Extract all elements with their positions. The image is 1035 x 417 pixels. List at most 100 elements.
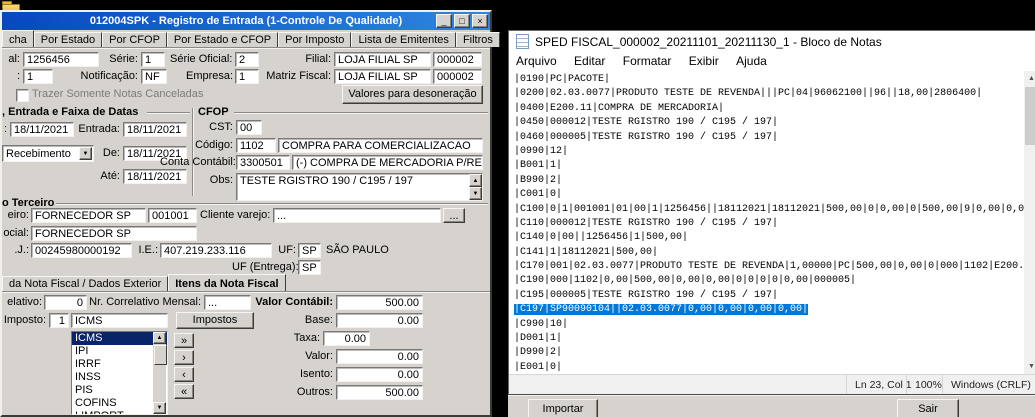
uf-label: UF: xyxy=(278,244,296,256)
cnpj-field[interactable]: 00245980000192 xyxy=(31,243,132,258)
tab-filtros[interactable]: Filtros xyxy=(455,32,500,47)
notepad-line: |0190|PC|PACOTE| xyxy=(514,74,611,85)
tab-por-estado[interactable]: Por Estado xyxy=(33,32,103,47)
sair-button[interactable]: Sair xyxy=(897,399,959,417)
chevron-down-icon[interactable]: ▼ xyxy=(79,147,92,160)
uf-entrega-field[interactable]: SP xyxy=(298,260,321,275)
base-field[interactable]: 0.00 xyxy=(336,313,423,328)
serie-oficial-field[interactable]: 2 xyxy=(235,52,259,67)
correlativo-field[interactable]: 0 xyxy=(44,295,87,310)
notepad-vertical-scrollbar[interactable]: ▲ ▼ xyxy=(1024,71,1035,374)
outros-field[interactable]: 500.00 xyxy=(336,385,423,400)
cst-field[interactable]: 00 xyxy=(236,120,262,135)
isento-label: Isento: xyxy=(299,368,333,380)
importar-button[interactable]: Importar xyxy=(528,399,598,417)
obs-label: Obs: xyxy=(209,174,233,186)
impostos-button[interactable]: Impostos xyxy=(176,312,254,329)
ie-field[interactable]: 407.219.233.116 xyxy=(160,243,272,258)
move-next-button[interactable]: › xyxy=(174,350,194,365)
erp-title-bar[interactable]: 012004SPK - Registro de Entrada (1-Contr… xyxy=(2,12,490,30)
conta-contabil-field[interactable]: 3300501 xyxy=(236,155,290,170)
cliente-varejo-field[interactable]: ... xyxy=(273,208,441,223)
scroll-up-icon[interactable]: ▲ xyxy=(153,332,166,344)
serie-field[interactable]: 1 xyxy=(141,52,165,67)
menu-ajuda[interactable]: Ajuda xyxy=(729,52,774,71)
fornecedor-field[interactable]: FORNECEDOR SP xyxy=(31,208,146,223)
razao-social-field[interactable]: FORNECEDOR SP xyxy=(31,226,197,241)
empresa-label: Empresa: xyxy=(186,70,234,82)
notepad-line: |D001|1| xyxy=(514,333,563,345)
filial-code-field[interactable]: 000002 xyxy=(433,52,482,67)
scroll-down-icon[interactable]: ▼ xyxy=(1024,359,1035,374)
notificacao-field[interactable]: NF xyxy=(141,69,167,84)
uf-field[interactable]: SP xyxy=(298,243,321,258)
notepad-line: |C195|000005|TESTE RGISTRO 190 / C195 / … xyxy=(514,289,779,301)
menu-formatar[interactable]: Formatar xyxy=(616,52,679,71)
notepad-line: |C001|0| xyxy=(514,189,563,201)
move-last-button[interactable]: » xyxy=(174,333,194,348)
notepad-line-selected: |C197|SP90090104||02.03.0077|0,00|0,00|0… xyxy=(514,304,809,316)
correlativo-mensal-field[interactable]: ... xyxy=(204,295,251,310)
ate-date-field[interactable]: 18/11/2021 xyxy=(123,169,187,184)
scroll-down-icon[interactable]: ▼ xyxy=(153,402,166,414)
cursor-position-status: Ln 23, Col 1 xyxy=(846,375,913,396)
obs-textarea[interactable]: TESTE RGISTRO 190 / C195 / 197 xyxy=(236,173,483,201)
valor-contabil-field[interactable]: 500.00 xyxy=(336,295,423,310)
scrollbar-thumb[interactable] xyxy=(1025,87,1035,145)
scroll-up-icon[interactable]: ▲ xyxy=(1024,71,1035,86)
notas-canceladas-checkbox[interactable] xyxy=(16,89,29,102)
empresa-field[interactable]: 1 xyxy=(235,69,259,84)
tab-por-estado-e-cfop[interactable]: Por Estado e CFOP xyxy=(166,32,279,47)
minimize-button[interactable]: _ xyxy=(436,14,452,28)
conta-descricao-field: (-) COMPRA DE MERCADORIA P/REVENDA xyxy=(292,155,483,170)
entrada-date-field[interactable]: 18/11/2021 xyxy=(123,122,187,137)
maximize-button[interactable]: □ xyxy=(454,14,470,28)
base-label: Base: xyxy=(304,314,333,326)
tab-ficha[interactable]: cha xyxy=(2,30,34,47)
emissao-date-field[interactable]: 18/11/2021 xyxy=(10,122,74,137)
menu-arquivo[interactable]: Arquivo xyxy=(509,52,564,71)
tab-por-imposto[interactable]: Por Imposto xyxy=(278,32,352,47)
obs-scroll-down-icon[interactable]: ▼ xyxy=(469,187,482,200)
via-field[interactable]: 1 xyxy=(23,69,53,84)
notepad-line: |0450|000012|TESTE RGISTRO 190 / C195 / … xyxy=(514,117,779,129)
notepad-status-bar: Ln 23, Col 1 100% Windows (CRLF) xyxy=(509,374,1035,396)
taxa-label: Taxa: xyxy=(293,332,320,344)
browse-button[interactable]: ... xyxy=(443,208,465,223)
isento-field[interactable]: 0.00 xyxy=(336,367,423,382)
notepad-editor[interactable]: |0190|PC|PACOTE| |0200|02.03.0077|PRODUT… xyxy=(509,71,1024,374)
menu-exibir[interactable]: Exibir xyxy=(682,52,726,71)
move-first-button[interactable]: « xyxy=(174,384,194,399)
valores-desoneracao-button[interactable]: Valores para desoneração xyxy=(342,85,483,104)
imposto-nome-field[interactable]: ICMS xyxy=(71,313,168,328)
codigo-field[interactable]: 1102 xyxy=(236,138,276,153)
notepad-title-bar[interactable]: SPED FISCAL_000002_20211101_20211130_1 -… xyxy=(509,31,1035,52)
menu-editar[interactable]: Editar xyxy=(567,52,612,71)
filial-field[interactable]: LOJA FILIAL SP xyxy=(334,52,431,67)
fornecedor-codigo-field[interactable]: 001001 xyxy=(148,208,197,223)
erp-window: 012004SPK - Registro de Entrada (1-Contr… xyxy=(0,10,500,417)
scrollbar-thumb[interactable] xyxy=(154,345,167,365)
matriz-fiscal-field[interactable]: LOJA FILIAL SP xyxy=(334,69,431,84)
imposto-numero-field[interactable]: 1 xyxy=(49,313,69,328)
matriz-fiscal-label: Matriz Fiscal: xyxy=(266,70,331,82)
impostos-list-scrollbar[interactable]: ▲ ▼ xyxy=(153,332,167,414)
matriz-fiscal-code-field[interactable]: 000002 xyxy=(433,69,482,84)
tab-itens-nota-fiscal[interactable]: Itens da Nota Fiscal xyxy=(168,274,286,291)
close-button[interactable]: × xyxy=(472,14,488,28)
taxa-field[interactable]: 0.00 xyxy=(323,331,370,346)
obs-scroll-up-icon[interactable]: ▲ xyxy=(469,174,482,187)
move-prev-button[interactable]: ‹ xyxy=(174,367,194,382)
tab-dados-nota-fiscal[interactable]: da Nota Fiscal / Dados Exterior xyxy=(2,276,169,291)
notas-canceladas-label: Trazer Somente Notas Canceladas xyxy=(32,88,204,100)
cfop-section-line xyxy=(234,112,488,114)
tab-por-cfop[interactable]: Por CFOP xyxy=(102,32,167,47)
nf-number-label: al: xyxy=(8,53,20,65)
erp-tab-bar: cha Por Estado Por CFOP Por Estado e CFO… xyxy=(2,30,500,47)
notepad-icon xyxy=(516,34,529,49)
tab-lista-de-emitentes[interactable]: Lista de Emitentes xyxy=(351,32,456,47)
nf-number-field[interactable]: 1256456 xyxy=(23,52,99,67)
cfop-section-title: CFOP xyxy=(198,106,229,118)
bottom-button-bar: Importar Sair xyxy=(508,395,1035,417)
valor-field[interactable]: 0.00 xyxy=(336,349,423,364)
